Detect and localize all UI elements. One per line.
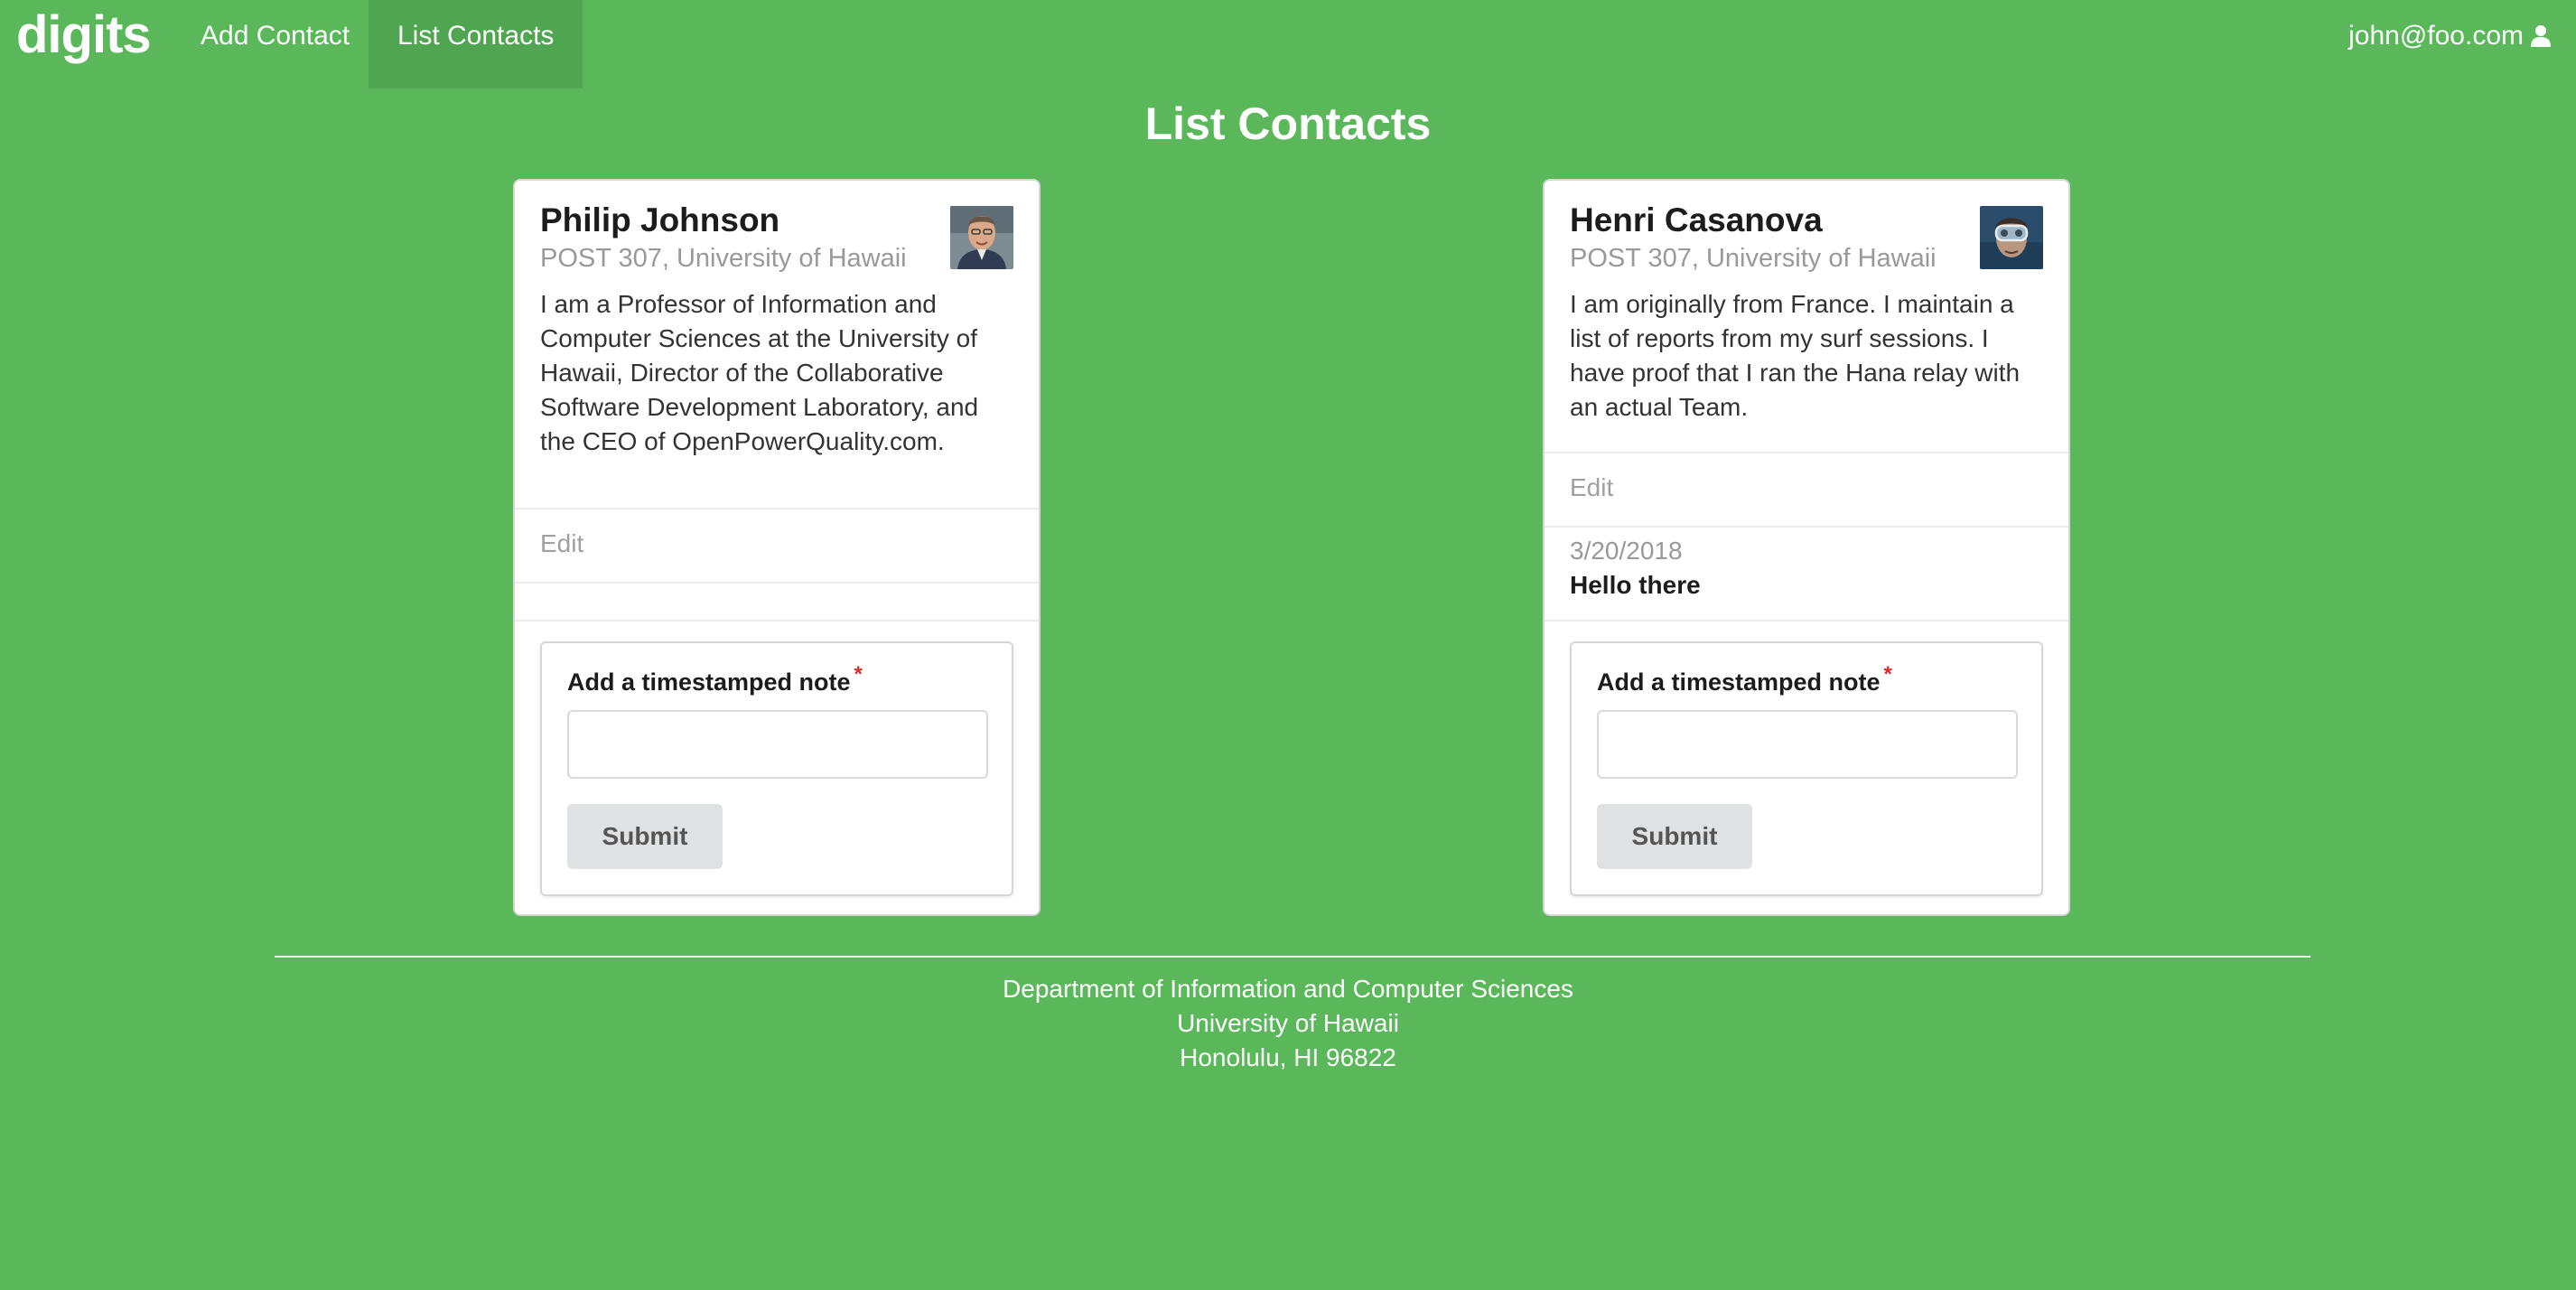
note-field-label-text: Add a timestamped note [567,668,851,696]
note-text: Hello there [1570,571,1701,599]
contact-address: POST 307, University of Hawaii [540,244,907,273]
user-icon [2531,24,2551,48]
note-field-label-text: Add a timestamped note [1597,668,1881,696]
submit-button[interactable]: Submit [1597,804,1752,869]
page-title: List Contacts [1144,98,1432,149]
required-marker: * [854,662,863,687]
contact-name: Henri Casanova [1570,201,1823,238]
edit-link[interactable]: Edit [540,529,583,558]
required-marker: * [1883,662,1892,687]
note-field-label: Add a timestamped note * [1597,662,1892,696]
submit-button[interactable]: Submit [567,804,723,869]
divider [515,582,1039,584]
contact-header: Philip Johnson POST 307, University of H… [540,201,947,276]
divider [1545,526,2068,528]
contact-header: Henri Casanova POST 307, University of H… [1570,201,1976,276]
nav-list-contacts[interactable]: List Contacts [369,0,583,89]
contact-avatar [950,206,1013,269]
add-note-form: Add a timestamped note * Submit [540,641,1013,896]
divider [515,620,1039,622]
divider [1545,620,2068,622]
edit-link[interactable]: Edit [1570,473,1613,502]
contact-card: Henri Casanova POST 307, University of H… [1543,179,2070,916]
divider [515,508,1039,509]
user-menu[interactable]: john@foo.com [2348,0,2551,72]
contact-avatar [1980,206,2043,269]
contact-description: I am a Professor of Information and Comp… [540,290,979,455]
note-field-label: Add a timestamped note * [567,662,863,696]
brand-logo[interactable]: digits [16,4,152,67]
note-input[interactable] [1597,710,2018,779]
top-navbar: digits Add Contact List Contacts john@fo… [0,0,2576,89]
divider [1545,452,2068,453]
contact-address: POST 307, University of Hawaii [1570,244,1937,273]
contact-name: Philip Johnson [540,201,780,238]
contact-card: Philip Johnson POST 307, University of H… [513,179,1041,916]
user-email: john@foo.com [2348,21,2524,51]
footer-divider [275,956,2310,958]
nav-add-contact[interactable]: Add Contact [172,0,378,89]
footer: Department of Information and Computer S… [0,972,2576,1075]
note-date: 3/20/2018 [1570,537,1683,565]
add-note-form: Add a timestamped note * Submit [1570,641,2043,896]
footer-address: Honolulu, HI 96822 [1180,1043,1396,1071]
footer-university: University of Hawaii [1177,1009,1399,1037]
contact-description: I am originally from France. I maintain … [1570,290,2021,421]
note-input[interactable] [567,710,988,779]
footer-department: Department of Information and Computer S… [1003,975,1573,1003]
